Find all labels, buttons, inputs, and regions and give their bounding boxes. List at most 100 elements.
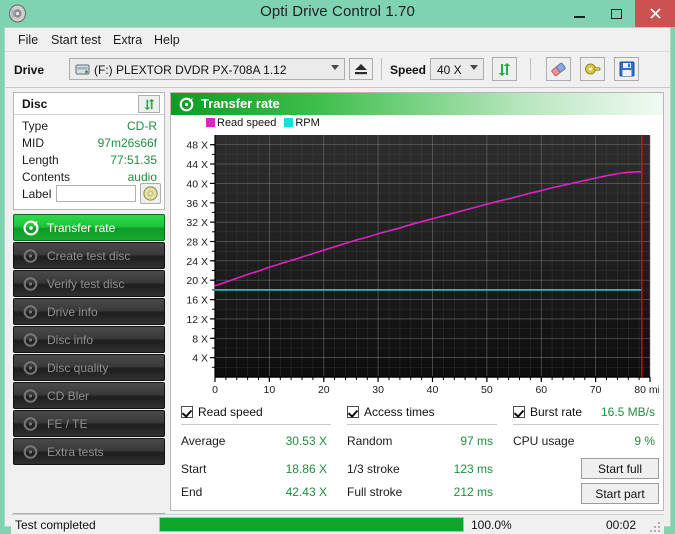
client-area: File Start test Extra Help Drive (F:) PL… (4, 27, 671, 527)
legend-label-read-speed: Read speed (217, 117, 276, 129)
stat-row-cpu-usage: CPU usage 9 % (513, 434, 659, 450)
stat-key: CPU usage (513, 434, 574, 448)
disc-row-type: Type CD-R (14, 119, 164, 136)
disc-row-value: CD-R (127, 119, 157, 133)
stat-value: 123 ms (454, 462, 493, 476)
disc-row-key: Type (22, 119, 48, 133)
disc-label-button[interactable] (140, 183, 161, 204)
read-speed-checkbox[interactable]: Read speed (181, 405, 263, 421)
svg-text:40 X: 40 X (186, 178, 208, 190)
sidebar-nav: Transfer rate Create test disc (13, 214, 165, 466)
legend-swatch-rpm (284, 118, 293, 127)
disc-icon (23, 332, 39, 348)
burst-rate-checkbox[interactable]: Burst rate (513, 405, 582, 421)
start-full-button[interactable]: Start full (581, 458, 659, 479)
disc-row-key: MID (22, 136, 44, 150)
stat-key: End (181, 485, 202, 499)
access-times-label: Access times (364, 405, 435, 419)
disc-icon (23, 444, 39, 460)
svg-text:44 X: 44 X (186, 159, 208, 171)
sidebar-item-disc-quality[interactable]: Disc quality (13, 354, 165, 381)
progress-percent: 100.0% (471, 518, 512, 532)
svg-text:10: 10 (264, 384, 276, 396)
disc-row-length: Length 77:51.35 (14, 153, 164, 170)
sidebar-item-drive-info[interactable]: Drive info (13, 298, 165, 325)
stat-row-full-stroke: Full stroke 212 ms (347, 485, 497, 501)
label-input[interactable] (56, 185, 136, 202)
sidebar-item-label: Create test disc (47, 249, 130, 263)
svg-text:20 X: 20 X (186, 275, 208, 287)
refresh-button[interactable] (492, 57, 517, 81)
svg-text:12 X: 12 X (186, 314, 208, 326)
settings-button[interactable] (580, 57, 605, 81)
close-icon (650, 8, 661, 19)
svg-text:8 X: 8 X (192, 333, 208, 345)
sidebar-item-label: Verify test disc (47, 277, 124, 291)
disc-row-mid: MID 97m26s66f (14, 136, 164, 153)
disc-panel-title: Disc (22, 97, 47, 111)
stat-key: 1/3 stroke (347, 462, 400, 476)
sidebar-item-label: Disc info (47, 333, 93, 347)
svg-text:50: 50 (481, 384, 493, 396)
speed-label: Speed (390, 63, 426, 77)
svg-text:0: 0 (212, 384, 218, 396)
resize-grip[interactable] (648, 520, 660, 532)
disc-refresh-button[interactable] (138, 95, 160, 113)
chart-plot-area: 4 X8 X12 X16 X20 X24 X28 X32 X36 X40 X44… (175, 131, 659, 403)
save-floppy-icon (619, 61, 635, 77)
stat-value: 30.53 X (286, 434, 327, 448)
stat-value: 9 % (634, 434, 655, 448)
sidebar-item-label: FE / TE (47, 417, 87, 431)
transfer-rate-panel: Transfer rate Read speedRPM 4 X8 X12 X16… (170, 92, 664, 511)
drive-icon (75, 62, 90, 80)
drive-select[interactable]: (F:) PLEXTOR DVDR PX-708A 1.12 (69, 58, 345, 80)
stat-key: Average (181, 434, 225, 448)
legend-swatch-read-speed (206, 118, 215, 127)
eraser-icon (550, 62, 567, 77)
disc-row-key: Length (22, 153, 59, 167)
svg-text:48 X: 48 X (186, 140, 208, 152)
sidebar-item-fe-te[interactable]: FE / TE (13, 410, 165, 437)
menu-start-test[interactable]: Start test (47, 32, 105, 48)
sidebar-item-transfer-rate[interactable]: Transfer rate (13, 214, 165, 241)
sidebar-item-verify-test-disc[interactable]: Verify test disc (13, 270, 165, 297)
menu-file[interactable]: File (14, 32, 42, 48)
save-button[interactable] (614, 57, 639, 81)
label-text: Label (22, 187, 51, 201)
refresh-arrows-icon (497, 62, 512, 77)
sidebar-item-cd-bler[interactable]: CD Bler (13, 382, 165, 409)
sidebar-item-extra-tests[interactable]: Extra tests (13, 438, 165, 465)
svg-text:60: 60 (535, 384, 547, 396)
svg-text:40: 40 (427, 384, 439, 396)
minimize-button[interactable] (561, 0, 598, 27)
sidebar-item-create-test-disc[interactable]: Create test disc (13, 242, 165, 269)
close-button[interactable] (635, 0, 675, 27)
svg-text:4 X: 4 X (192, 353, 208, 365)
svg-text:16 X: 16 X (186, 295, 208, 307)
sidebar-item-disc-info[interactable]: Disc info (13, 326, 165, 353)
elapsed-time: 00:02 (606, 518, 636, 532)
erase-button[interactable] (546, 57, 571, 81)
stat-value: 212 ms (454, 485, 493, 499)
burst-rate-value: 16.5 MB/s (601, 405, 655, 419)
gear-icon (584, 61, 601, 77)
speed-select[interactable]: 40 X (430, 58, 484, 80)
svg-text:28 X: 28 X (186, 237, 208, 249)
maximize-button[interactable] (598, 0, 635, 27)
eject-button[interactable] (349, 58, 373, 80)
stat-row-average: Average 30.53 X (181, 434, 331, 450)
start-part-button[interactable]: Start part (581, 483, 659, 504)
disc-row-value: 97m26s66f (98, 136, 157, 150)
disc-panel-header: Disc (14, 93, 164, 115)
disc-row-key: Contents (22, 170, 70, 184)
stat-value: 42.43 X (286, 485, 327, 499)
menu-extra[interactable]: Extra (109, 32, 146, 48)
access-times-checkbox[interactable]: Access times (347, 405, 435, 421)
eject-icon (354, 63, 368, 75)
sidebar-item-label: Extra tests (47, 445, 104, 459)
menu-help[interactable]: Help (150, 32, 184, 48)
progress-bar (159, 517, 464, 532)
title-bar: Opti Drive Control 1.70 (0, 0, 675, 27)
refresh-arrows-icon (143, 98, 156, 111)
checkbox-icon (347, 406, 359, 418)
